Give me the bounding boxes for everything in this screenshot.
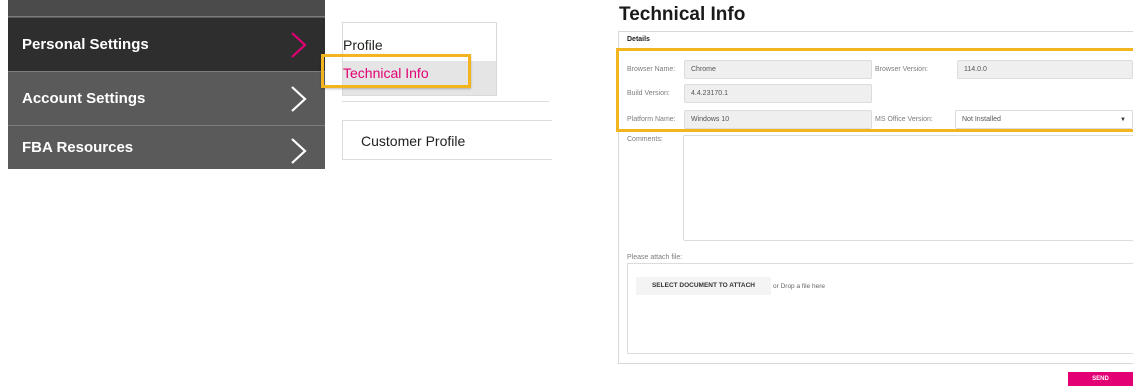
card-divider — [342, 159, 552, 160]
page-title: Technical Info — [619, 4, 746, 25]
sidebar-nav: Personal Settings Account Settings FBA R… — [8, 0, 325, 169]
submenu-divider — [342, 101, 549, 102]
submenu-item-profile[interactable]: Profile — [343, 37, 496, 53]
sidebar-item-account-settings[interactable]: Account Settings — [8, 72, 325, 125]
sidebar-top-item[interactable] — [8, 0, 325, 17]
customer-profile-label: Customer Profile — [361, 133, 466, 149]
highlight-box-details — [616, 48, 1133, 132]
chevron-right-icon — [291, 86, 307, 112]
highlight-box-technical-info — [321, 54, 471, 88]
select-document-button[interactable]: SELECT DOCUMENT TO ATTACH — [636, 277, 771, 295]
chevron-right-icon — [291, 138, 307, 164]
chevron-right-icon — [291, 32, 307, 58]
attach-label: Please attach file: — [627, 254, 683, 261]
customer-profile-card[interactable]: Customer Profile — [342, 120, 552, 160]
sidebar-item-label: FBA Resources — [22, 139, 134, 156]
comments-textarea[interactable] — [683, 135, 1133, 241]
sidebar-item-personal-settings[interactable]: Personal Settings — [8, 18, 325, 71]
drop-file-hint: or Drop a file here — [773, 283, 826, 290]
panel-header: Details — [619, 32, 1133, 49]
sidebar-item-label: Account Settings — [22, 90, 146, 107]
sidebar-item-fba-resources[interactable]: FBA Resources — [8, 126, 325, 169]
panel-header-label: Details — [627, 36, 650, 43]
send-button[interactable]: SEND — [1068, 372, 1133, 386]
sidebar-item-label: Personal Settings — [22, 36, 149, 53]
comments-label: Comments: — [627, 136, 663, 143]
